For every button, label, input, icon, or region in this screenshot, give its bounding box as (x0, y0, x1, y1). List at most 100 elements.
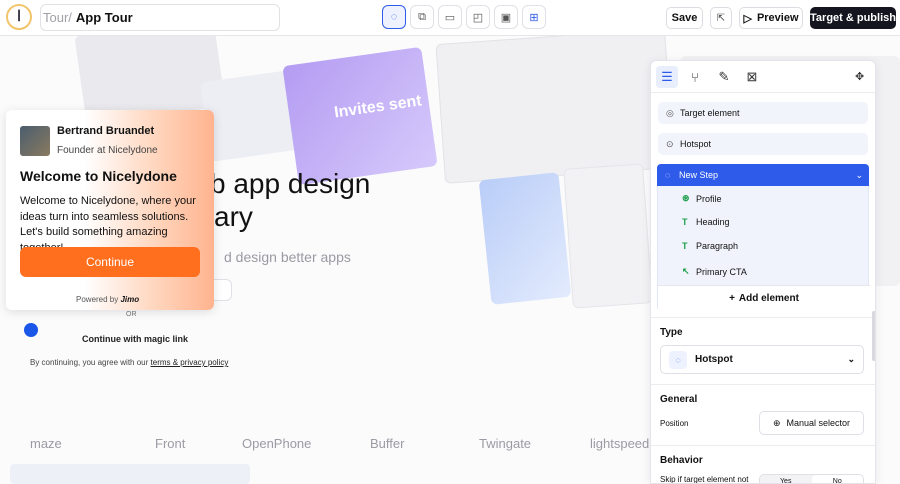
add-element-label: Add element (738, 293, 799, 304)
step-editor-panel: ☰ ⑂ ✎ ⊠ ✥ ◎ Target element ⊙ Hotspot ◌ N… (650, 60, 876, 484)
type-select[interactable]: ◌ Hotspot ⌄ (660, 345, 864, 374)
cursor-icon[interactable]: ⇱ (710, 7, 732, 29)
plus-icon: + (729, 293, 735, 304)
position-label: Position (660, 419, 689, 428)
powered-prefix: Powered by (76, 295, 121, 304)
bg-card (563, 163, 653, 309)
text-icon: T (682, 217, 688, 227)
invites-text: Invites sent (333, 92, 423, 122)
powered-brand: Jimo (120, 295, 140, 304)
manual-selector-label: Manual selector (786, 418, 851, 428)
general-heading: General (660, 394, 698, 405)
chevron-down-icon: ⌄ (847, 354, 855, 364)
child-label: Primary CTA (696, 266, 747, 277)
child-paragraph[interactable]: T Paragraph (682, 241, 738, 251)
hotspot-row[interactable]: ⊙ Hotspot (658, 133, 868, 155)
preview-button[interactable]: ▷ Preview (739, 7, 803, 29)
skip-label: Skip if target element not (660, 475, 749, 484)
target-element-label: Target element (680, 108, 740, 118)
logo-maze: maze (30, 436, 62, 451)
copy-mode-icon[interactable]: ⧉ (410, 5, 434, 29)
panel-tabs: ☰ ⑂ ✎ ⊠ ✥ (651, 61, 875, 93)
text-icon: T (682, 241, 688, 251)
or-divider: OR (126, 311, 137, 318)
logo-openphone: OpenPhone (242, 436, 312, 451)
hotspot-type-icon: ◌ (669, 350, 687, 369)
tour-title[interactable]: App Tour (76, 10, 133, 25)
type-value: Hotspot (695, 354, 733, 365)
logo-front: Front (155, 436, 186, 451)
flow-icon[interactable]: ⑂ (684, 66, 706, 88)
profile-icon: ⊛ (682, 193, 690, 203)
type-heading: Type (660, 327, 683, 338)
logo-twingate: Twingate (479, 436, 532, 451)
layers-icon[interactable]: ☰ (656, 66, 678, 88)
tooltip-mode-icon[interactable]: ▭ (438, 5, 462, 29)
formula-icon[interactable]: ⊠ (741, 66, 763, 88)
child-primary-cta[interactable]: ↖ Primary CTA (682, 266, 747, 277)
hero-line-1: b app design (210, 168, 371, 199)
hotspot-mode-icon[interactable]: ◌ (382, 5, 406, 29)
tooltip-title: Welcome to Nicelydone (20, 168, 177, 184)
hotspot-dot[interactable] (24, 323, 38, 337)
hero-subtitle: d design better apps (224, 249, 351, 265)
scrollbar[interactable] (872, 311, 875, 361)
tour-tooltip[interactable]: Bertrand Bruandet Founder at Nicelydone … (6, 110, 214, 310)
powered-by: Powered by Jimo (76, 295, 139, 304)
hotspot-icon: ⊙ (666, 138, 674, 149)
breadcrumb[interactable]: Tour/ App Tour (40, 4, 280, 31)
seg-no[interactable]: No (811, 475, 863, 483)
banner-mode-icon[interactable]: ▣ (494, 5, 518, 29)
invites-card: Invites sent (282, 46, 438, 186)
skip-toggle[interactable]: Yes No (759, 474, 864, 484)
child-profile[interactable]: ⊛ Profile (682, 193, 722, 204)
logo-lightspeed: lightspeed (590, 436, 650, 451)
crosshair-icon: ⊕ (772, 417, 781, 428)
breadcrumb-parent[interactable]: Tour/ (43, 10, 72, 25)
cta-icon: ↖ (682, 266, 690, 276)
add-mode-icon[interactable]: ⊞ (522, 5, 546, 29)
divider (651, 445, 875, 446)
divider (651, 384, 875, 385)
logo-buffer: Buffer (370, 436, 405, 451)
hero-line-2: ary (214, 201, 253, 232)
new-step-row[interactable]: ◌ New Step ⌄ (657, 164, 869, 186)
author-role: Founder at Nicelydone (57, 145, 158, 156)
magic-link-button[interactable]: Continue with magic link (82, 334, 188, 344)
child-label: Profile (696, 193, 722, 204)
target-publish-button[interactable]: Target & publish (810, 7, 896, 29)
seg-yes[interactable]: Yes (760, 475, 812, 484)
brush-icon[interactable]: ✎ (713, 66, 735, 88)
bg-card (435, 36, 675, 184)
step-children: ⊛ Profile T Heading T Paragraph ↖ Primar… (657, 186, 870, 311)
step-icon: ◌ (665, 170, 671, 180)
terms-link[interactable]: terms & privacy policy (151, 358, 229, 367)
terms-prefix: By continuing, you agree with our (30, 358, 151, 367)
hotspot-label: Hotspot (680, 139, 712, 149)
avatar (20, 126, 50, 156)
new-step-label: New Step (679, 170, 719, 180)
target-icon: ◎ (666, 107, 674, 118)
app-logo[interactable]: ꟾ (6, 4, 32, 30)
top-bar: ꟾ Tour/ App Tour ◌ ⧉ ▭ ◰ ▣ ⊞ Save ⇱ ▷ Pr… (0, 0, 900, 36)
child-heading[interactable]: T Heading (682, 217, 730, 227)
move-icon[interactable]: ✥ (855, 70, 864, 83)
mode-toolbar: ◌ ⧉ ▭ ◰ ▣ ⊞ (382, 5, 546, 29)
add-element-button[interactable]: + Add element (658, 285, 870, 311)
child-label: Paragraph (696, 241, 739, 251)
manual-selector-button[interactable]: ⊕ Manual selector (759, 411, 864, 435)
divider (651, 317, 875, 318)
bg-card (478, 172, 572, 305)
terms-text: By continuing, you agree with our terms … (30, 358, 228, 367)
child-label: Heading (696, 217, 730, 227)
target-element-row[interactable]: ◎ Target element (658, 102, 868, 124)
continue-button[interactable]: Continue (20, 247, 200, 277)
bg-strip (10, 464, 250, 484)
save-button[interactable]: Save (666, 7, 703, 29)
play-icon: ▷ (743, 12, 752, 25)
author-name: Bertrand Bruandet (57, 125, 155, 137)
behavior-heading: Behavior (660, 455, 703, 466)
modal-mode-icon[interactable]: ◰ (466, 5, 490, 29)
chevron-down-icon[interactable]: ⌄ (855, 170, 863, 181)
preview-label: Preview (756, 12, 799, 24)
